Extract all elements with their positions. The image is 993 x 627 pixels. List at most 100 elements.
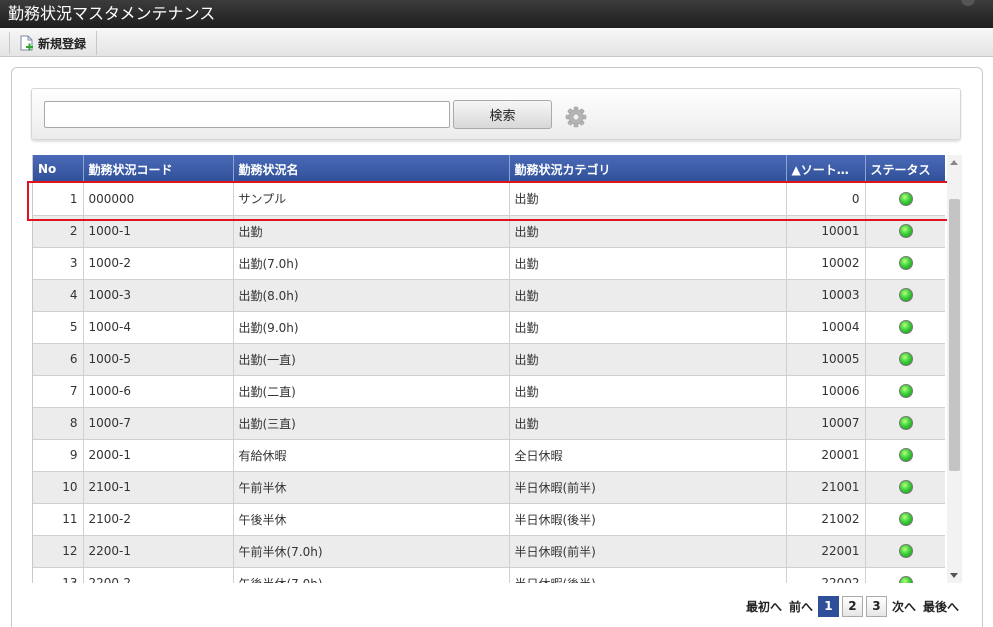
row-sort-cell: 0 bbox=[786, 183, 866, 216]
row-name-cell: 有給休暇 bbox=[233, 439, 510, 472]
column-header-name[interactable]: 勤務状況名 bbox=[233, 155, 510, 183]
row-no-cell: 10 bbox=[33, 471, 84, 504]
row-code-cell: 2000-1 bbox=[83, 439, 234, 472]
row-sort-cell: 10006 bbox=[786, 375, 866, 408]
table-row[interactable]: 5 1000-4 出勤(9.0h) 出勤 10004 bbox=[33, 311, 945, 344]
row-status-cell bbox=[865, 343, 945, 376]
window-title: 勤務状況マスタメンテナンス bbox=[8, 4, 216, 23]
row-name-cell: 午前半休 bbox=[233, 471, 510, 504]
row-name-cell: 出勤 bbox=[233, 215, 510, 248]
column-header-no[interactable]: No bbox=[33, 155, 84, 183]
toolbar-separator bbox=[9, 32, 10, 54]
row-no-cell: 5 bbox=[33, 311, 84, 344]
green-status-light-icon bbox=[898, 192, 913, 206]
row-code-cell: 2100-1 bbox=[83, 471, 234, 504]
scroll-down-arrow-icon[interactable] bbox=[950, 573, 958, 578]
row-status-cell bbox=[865, 247, 945, 280]
gear-icon[interactable] bbox=[565, 106, 587, 128]
row-category-cell: 出勤 bbox=[509, 247, 787, 280]
row-sort-cell: 10004 bbox=[786, 311, 866, 344]
table-row[interactable]: 8 1000-7 出勤(三直) 出勤 10007 bbox=[33, 407, 945, 440]
row-name-cell: 午後半休(7.0h) bbox=[233, 567, 510, 583]
row-status-cell bbox=[865, 439, 945, 472]
green-status-light-icon bbox=[898, 224, 913, 239]
row-no-cell: 9 bbox=[33, 439, 84, 472]
row-category-cell: 全日休暇 bbox=[509, 439, 787, 472]
table-row[interactable]: 11 2100-2 午後半休 半日休暇(後半) 21002 bbox=[33, 503, 945, 536]
row-no-cell: 8 bbox=[33, 407, 84, 440]
row-category-cell: 出勤 bbox=[509, 407, 787, 440]
table-row[interactable]: 3 1000-2 出勤(7.0h) 出勤 10002 bbox=[33, 247, 945, 280]
row-no-cell: 7 bbox=[33, 375, 84, 408]
green-status-light-icon bbox=[898, 288, 913, 303]
row-code-cell: 2200-1 bbox=[83, 535, 234, 568]
search-input[interactable] bbox=[44, 101, 450, 128]
table-row[interactable]: 6 1000-5 出勤(一直) 出勤 10005 bbox=[33, 343, 945, 376]
row-no-cell: 13 bbox=[33, 567, 84, 583]
row-sort-cell: 21002 bbox=[786, 503, 866, 536]
table-row[interactable]: 12 2200-1 午前半休(7.0h) 半日休暇(前半) 22001 bbox=[33, 535, 945, 568]
pager-first[interactable]: 最初へ bbox=[744, 598, 784, 615]
row-status-cell bbox=[865, 215, 945, 248]
row-name-cell: 出勤(三直) bbox=[233, 407, 510, 440]
row-no-cell: 11 bbox=[33, 503, 84, 536]
pager-last[interactable]: 最後へ bbox=[921, 598, 961, 615]
row-status-cell bbox=[865, 183, 945, 216]
table-row[interactable]: 132200-2午後半休(7.0h)半日休暇(後半)22002 bbox=[33, 567, 945, 583]
table-row[interactable]: 10 2100-1 午前半休 半日休暇(前半) 21001 bbox=[33, 471, 945, 504]
new-register-button[interactable]: 新規登録 bbox=[13, 31, 98, 55]
row-sort-cell: 10007 bbox=[786, 407, 866, 440]
row-sort-cell: 10003 bbox=[786, 279, 866, 312]
row-status-cell bbox=[865, 311, 945, 344]
row-code-cell: 1000-6 bbox=[83, 375, 234, 408]
row-category-cell: 半日休暇(前半) bbox=[509, 535, 787, 568]
new-document-icon bbox=[20, 35, 34, 52]
row-code-cell: 2200-2 bbox=[83, 567, 234, 583]
row-category-cell: 出勤 bbox=[509, 215, 787, 248]
row-name-cell: サンプル bbox=[233, 183, 510, 216]
row-sort-cell: 20001 bbox=[786, 439, 866, 472]
row-status-cell bbox=[865, 279, 945, 312]
pager-next[interactable]: 次へ bbox=[890, 598, 918, 615]
row-name-cell: 午前半休(7.0h) bbox=[233, 535, 510, 568]
vertical-scrollbar[interactable] bbox=[947, 155, 962, 583]
row-no-cell: 12 bbox=[33, 535, 84, 568]
row-code-cell: 1000-1 bbox=[83, 215, 234, 248]
search-button[interactable]: 検索 bbox=[453, 100, 552, 129]
table-row[interactable]: 1 000000 サンプル 出勤 0 bbox=[33, 183, 945, 216]
toolbar: 新規登録 bbox=[0, 28, 993, 57]
row-status-cell bbox=[865, 407, 945, 440]
table-body: 1 000000 サンプル 出勤 0 2 1000-1 出勤 出勤 10001 3 1000-2 出勤(… bbox=[33, 183, 945, 583]
table-row[interactable]: 4 1000-3 出勤(8.0h) 出勤 10003 bbox=[33, 279, 945, 312]
row-sort-cell: 10001 bbox=[786, 215, 866, 248]
pager-page-2[interactable]: 2 bbox=[841, 595, 863, 617]
row-category-cell: 出勤 bbox=[509, 311, 787, 344]
table-row[interactable]: 7 1000-6 出勤(二直) 出勤 10006 bbox=[33, 375, 945, 408]
row-sort-cell: 10005 bbox=[786, 343, 866, 376]
window-corner-button[interactable] bbox=[961, 0, 975, 6]
pager-prev[interactable]: 前へ bbox=[787, 598, 815, 615]
row-code-cell: 1000-5 bbox=[83, 343, 234, 376]
table-row[interactable]: 9 2000-1 有給休暇 全日休暇 20001 bbox=[33, 439, 945, 472]
column-header-sort[interactable]: ▲ソート… bbox=[786, 155, 866, 183]
column-header-category[interactable]: 勤務状況カテゴリ bbox=[509, 155, 787, 183]
table-row[interactable]: 2 1000-1 出勤 出勤 10001 bbox=[33, 215, 945, 248]
pager-page-3[interactable]: 3 bbox=[865, 595, 887, 617]
row-code-cell: 1000-7 bbox=[83, 407, 234, 440]
row-category-cell: 出勤 bbox=[509, 183, 787, 216]
scrollbar-thumb[interactable] bbox=[949, 199, 960, 471]
row-no-cell: 3 bbox=[33, 247, 84, 280]
row-status-cell bbox=[865, 535, 945, 568]
row-name-cell: 出勤(一直) bbox=[233, 343, 510, 376]
row-no-cell: 6 bbox=[33, 343, 84, 376]
pager-page-1[interactable]: 1 bbox=[817, 595, 839, 617]
row-sort-cell: 21001 bbox=[786, 471, 866, 504]
row-name-cell: 出勤(二直) bbox=[233, 375, 510, 408]
row-sort-cell: 10002 bbox=[786, 247, 866, 280]
row-code-cell: 1000-4 bbox=[83, 311, 234, 344]
scroll-up-arrow-icon[interactable] bbox=[950, 160, 958, 165]
column-header-code[interactable]: 勤務状況コード bbox=[83, 155, 234, 183]
column-header-status[interactable]: ステータス bbox=[865, 155, 945, 183]
green-status-light-icon bbox=[898, 512, 913, 527]
row-category-cell: 出勤 bbox=[509, 279, 787, 312]
